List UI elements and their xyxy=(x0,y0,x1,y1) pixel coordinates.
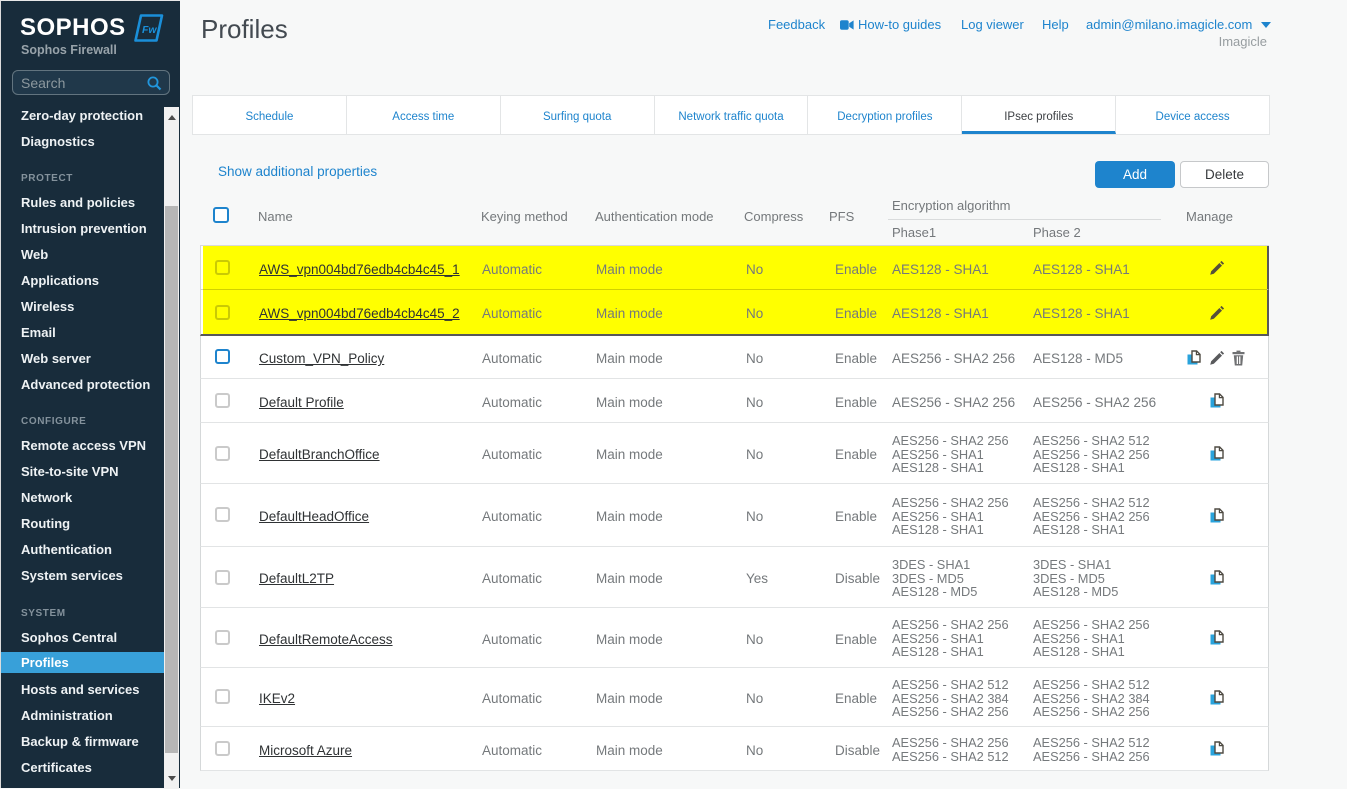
svg-text:Fw: Fw xyxy=(142,24,157,36)
